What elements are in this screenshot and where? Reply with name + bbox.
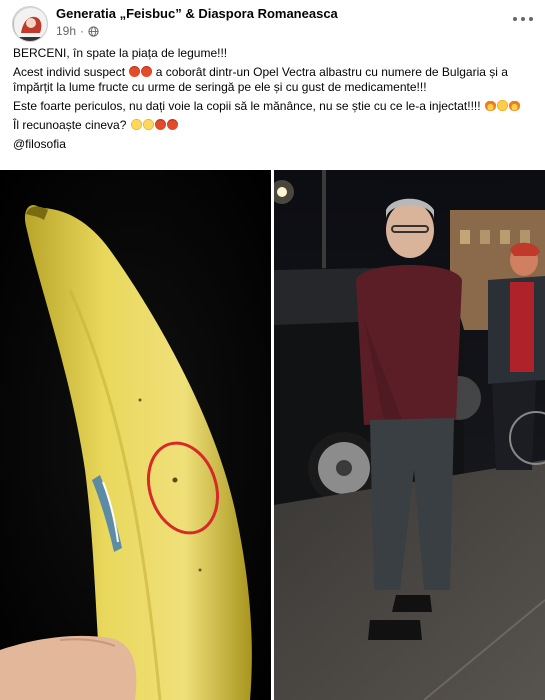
post-line-1: BERCENI, în spate la piața de legume!!! [13,46,228,60]
post-header: Generatia „Feisbuc” & Diaspora Romaneasc… [0,0,545,44]
post-meta: 19h · [56,24,99,38]
angry-face-emoji-icon [166,119,178,130]
man-standing-on-street-at-night-photo[interactable] [274,170,545,700]
avatar-illustration-icon [14,8,47,41]
page-name-link[interactable]: Generatia „Feisbuc” & Diaspora Romaneasc… [56,6,338,21]
angry-face-emoji-icon [129,66,141,77]
globe-icon[interactable] [88,25,99,37]
more-options-icon[interactable] [513,12,533,26]
facebook-post: Generatia „Feisbuc” & Diaspora Romaneasc… [0,0,545,700]
angry-face-emoji-icon [141,66,153,77]
fire-emoji-icon [508,100,520,111]
page-avatar[interactable] [12,6,48,42]
post-text: BERCENI, în spate la piața de legume!!! … [13,46,533,156]
post-line-3: Este foarte periculos, nu dați voie la c… [13,99,533,114]
post-images [0,170,545,700]
hashtag-link[interactable]: @filosofia [13,137,66,151]
post-line-4: Îl recunoaște cineva? [13,118,533,133]
fire-emoji-icon [484,100,496,111]
banana-photo-illustration [0,170,271,700]
thinking-face-emoji-icon [130,119,142,130]
night-street-photo-illustration [274,170,545,700]
post-time-link[interactable]: 19h [56,24,76,38]
post-line-2: Acest individ suspect a coborât dintr-un… [13,65,508,94]
banana-with-circled-mark-photo[interactable] [0,170,271,700]
flushed-face-emoji-icon [496,100,508,111]
post-line-5: @filosofia [13,137,533,152]
angry-face-emoji-icon [154,119,166,130]
thinking-face-emoji-icon [142,119,154,130]
meta-separator: · [80,24,85,38]
